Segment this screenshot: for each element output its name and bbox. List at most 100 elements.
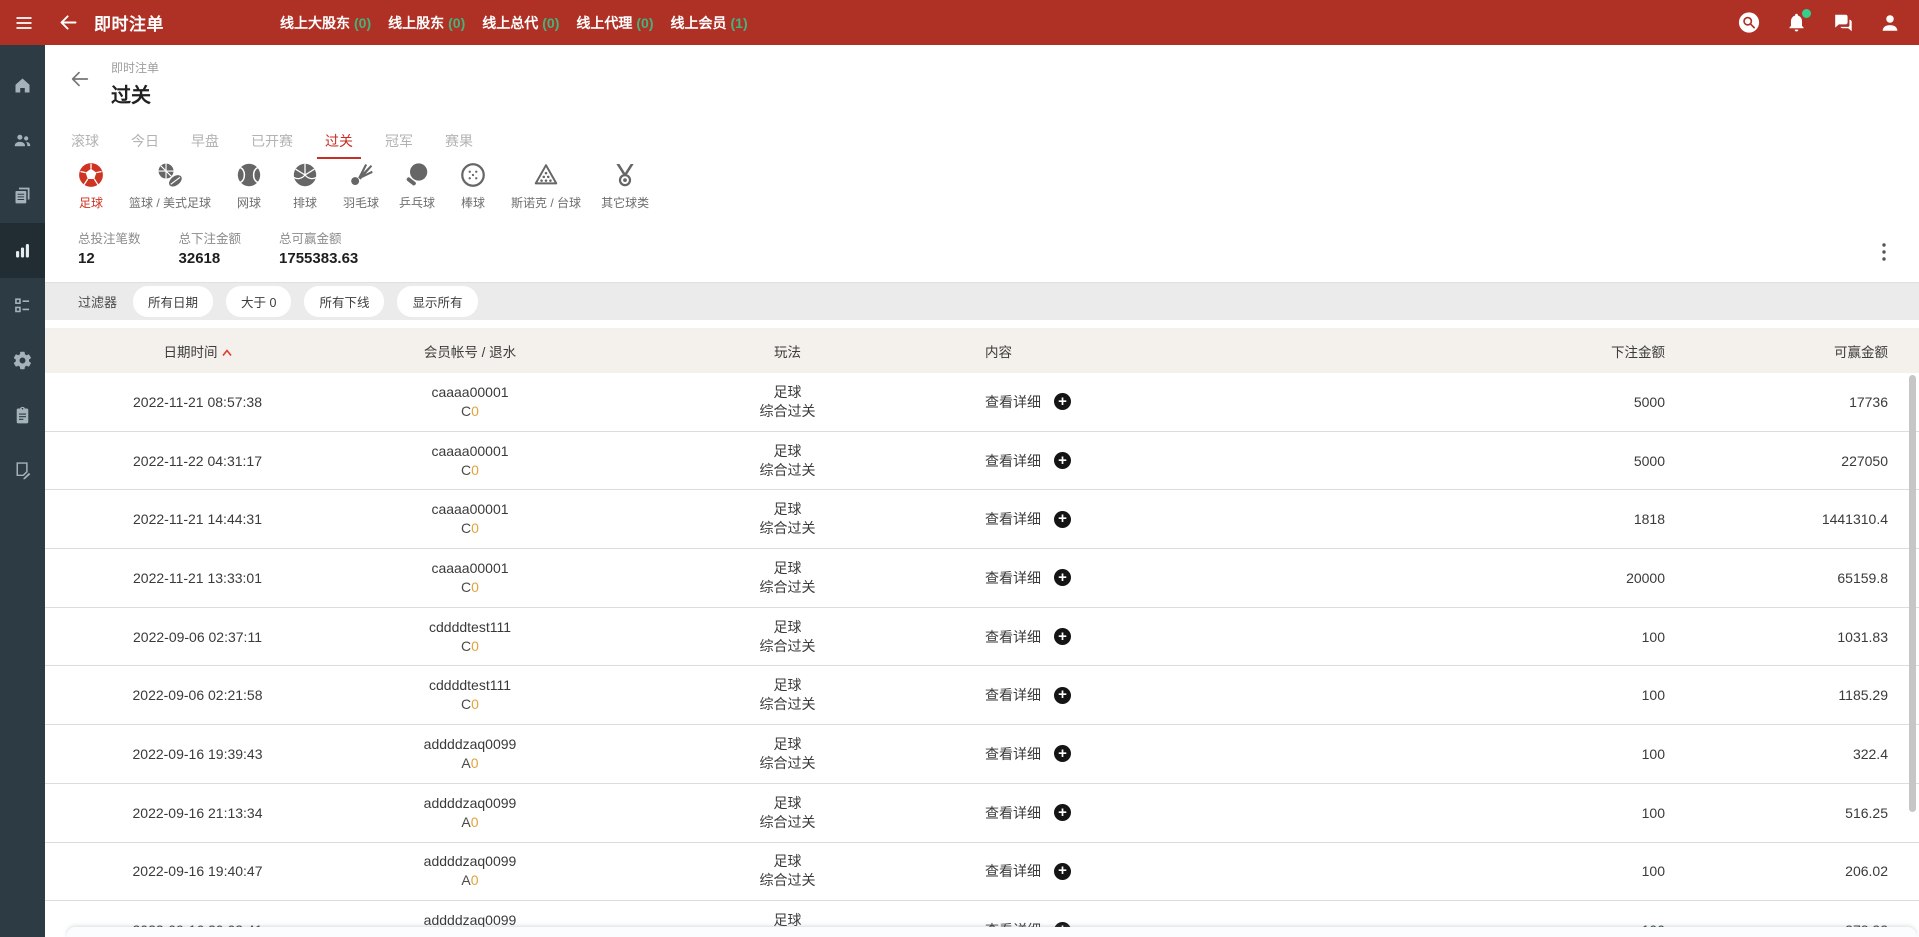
tab[interactable]: 今日 <box>115 123 175 159</box>
soccer-icon <box>79 163 103 187</box>
sport-item-other[interactable]: 其它球类 <box>601 161 649 211</box>
cell-bet-amount: 100 <box>1641 804 1665 821</box>
sport-item-soccer[interactable]: 足球 <box>73 161 109 211</box>
view-detail-link[interactable]: 查看详细 <box>985 803 1041 823</box>
sidebar-item-settings[interactable] <box>0 333 45 388</box>
sport-item-basketball-football[interactable]: 篮球 / 美式足球 <box>129 161 211 211</box>
page-back-arrow-icon[interactable] <box>69 68 91 90</box>
expand-detail-icon[interactable] <box>1054 862 1071 880</box>
col-account[interactable]: 会员帐号 / 退水 <box>350 341 590 361</box>
book-edit-icon <box>16 462 31 480</box>
sport-item-volleyball[interactable]: 排球 <box>287 161 323 211</box>
tab[interactable]: 早盘 <box>175 123 235 159</box>
view-detail-link[interactable]: 查看详细 <box>985 392 1041 412</box>
cell-account: caaaa00001 C0 <box>350 383 590 421</box>
filter-chip[interactable]: 大于 0 <box>226 286 292 317</box>
col-win-amount[interactable]: 可赢金额 <box>1665 341 1888 361</box>
play-type: 综合过关 <box>759 872 816 889</box>
sidebar-item-members[interactable] <box>0 113 45 168</box>
sidebar-item-tasks[interactable] <box>0 388 45 443</box>
filter-chip[interactable]: 所有日期 <box>133 286 214 317</box>
filter-label: 过滤器 <box>78 295 118 310</box>
col-datetime[interactable]: 日期时间 <box>45 341 350 361</box>
sidebar-item-ballot[interactable] <box>0 278 45 333</box>
cell-win-amount: 206.02 <box>1845 863 1888 880</box>
chat-icon[interactable] <box>1832 12 1854 34</box>
view-detail-link[interactable]: 查看详细 <box>985 627 1041 647</box>
back-arrow-icon[interactable] <box>56 11 80 35</box>
cell-bet-amount: 20000 <box>1626 569 1665 586</box>
sport-item-baseball[interactable]: 棒球 <box>455 161 491 211</box>
cell-win-amount: 227050 <box>1841 452 1888 469</box>
expand-detail-icon[interactable] <box>1054 745 1071 763</box>
more-options-kebab-icon[interactable] <box>1877 240 1891 264</box>
tab[interactable]: 过关 <box>309 123 369 159</box>
sidebar-item-bets[interactable] <box>0 223 45 278</box>
view-detail-link[interactable]: 查看详细 <box>985 861 1041 881</box>
expand-detail-icon[interactable] <box>1054 569 1071 587</box>
filter-chip[interactable]: 所有下线 <box>304 286 385 317</box>
sport-item-badminton[interactable]: 羽毛球 <box>343 161 379 211</box>
tab-label: 已开赛 <box>251 133 293 149</box>
tab[interactable]: 冠军 <box>369 123 429 159</box>
topbar-link[interactable]: 线上总代 (0) <box>482 13 559 33</box>
rebate-letter: C <box>461 637 472 654</box>
sidebar-item-logs[interactable] <box>0 443 45 498</box>
view-detail-link[interactable]: 查看详细 <box>985 568 1041 588</box>
ballot-list-icon <box>15 298 30 313</box>
account-person-icon[interactable] <box>1879 12 1901 34</box>
tab[interactable]: 滚球 <box>55 123 115 159</box>
expand-detail-icon[interactable] <box>1054 510 1071 528</box>
tab[interactable]: 赛果 <box>429 123 489 159</box>
expand-detail-icon[interactable] <box>1054 686 1071 704</box>
expand-detail-icon[interactable] <box>1054 393 1071 411</box>
menu-icon[interactable] <box>12 11 36 35</box>
play-sport: 足球 <box>773 560 802 577</box>
cell-play: 足球 综合过关 <box>590 559 985 597</box>
view-detail-link[interactable]: 查看详细 <box>985 685 1041 705</box>
col-play[interactable]: 玩法 <box>590 341 985 361</box>
sidebar-item-reports[interactable] <box>0 168 45 223</box>
rebate-letter: C <box>461 696 472 713</box>
summary-stats: 总投注笔数 12 总下注金额 32618 总可赢金额 1755383.63 <box>78 228 358 267</box>
topbar-link[interactable]: 线上代理 (0) <box>576 13 653 33</box>
search-icon[interactable] <box>1738 12 1760 34</box>
stat-label: 总投注笔数 <box>78 232 141 246</box>
topbar-link[interactable]: 线上大股东 (0) <box>280 13 371 33</box>
cell-bet-amount: 5000 <box>1633 452 1665 469</box>
bar-chart-icon <box>16 244 29 258</box>
table-row: 2022-09-16 19:40:47 addddzaq0099 A0 足球 综… <box>45 842 1919 902</box>
sport-item-tennis[interactable]: 网球 <box>231 161 267 211</box>
vertical-scrollbar-thumb[interactable] <box>1909 375 1916 812</box>
home-icon <box>15 78 30 93</box>
tab-label: 赛果 <box>445 133 473 149</box>
sport-label: 羽毛球 <box>343 196 380 210</box>
cell-play: 足球 综合过关 <box>590 500 985 538</box>
notifications-bell-icon[interactable] <box>1785 8 1811 34</box>
col-content[interactable]: 内容 <box>985 341 1390 361</box>
expand-detail-icon[interactable] <box>1054 628 1071 646</box>
cell-content: 查看详细 <box>985 451 1390 471</box>
topbar-link[interactable]: 线上股东 (0) <box>388 13 465 33</box>
play-sport: 足球 <box>773 383 802 400</box>
sport-item-table-tennis[interactable]: 乒乓球 <box>399 161 435 211</box>
view-detail-link[interactable]: 查看详细 <box>985 744 1041 764</box>
filter-chip[interactable]: 显示所有 <box>397 286 478 317</box>
cell-content: 查看详细 <box>985 744 1390 764</box>
documents-icon <box>15 187 30 204</box>
volleyball-icon <box>293 163 317 187</box>
sidebar-item-home[interactable] <box>0 58 45 113</box>
col-bet-amount[interactable]: 下注金额 <box>1390 341 1665 361</box>
view-detail-link[interactable]: 查看详细 <box>985 451 1041 471</box>
stat-label: 总可赢金额 <box>279 232 342 246</box>
view-detail-link[interactable]: 查看详细 <box>985 509 1041 529</box>
tab[interactable]: 已开赛 <box>235 123 309 159</box>
rebate-letter: A <box>461 872 471 889</box>
rebate-letter: C <box>461 402 472 419</box>
topbar-link[interactable]: 线上会员 (1) <box>671 13 748 33</box>
sport-item-snooker[interactable]: 斯诺克 / 台球 <box>511 161 581 211</box>
cell-datetime: 2022-09-16 19:40:47 <box>132 863 263 880</box>
expand-detail-icon[interactable] <box>1054 804 1071 822</box>
expand-detail-icon[interactable] <box>1054 452 1071 470</box>
member-rebate: C0 <box>350 578 590 597</box>
